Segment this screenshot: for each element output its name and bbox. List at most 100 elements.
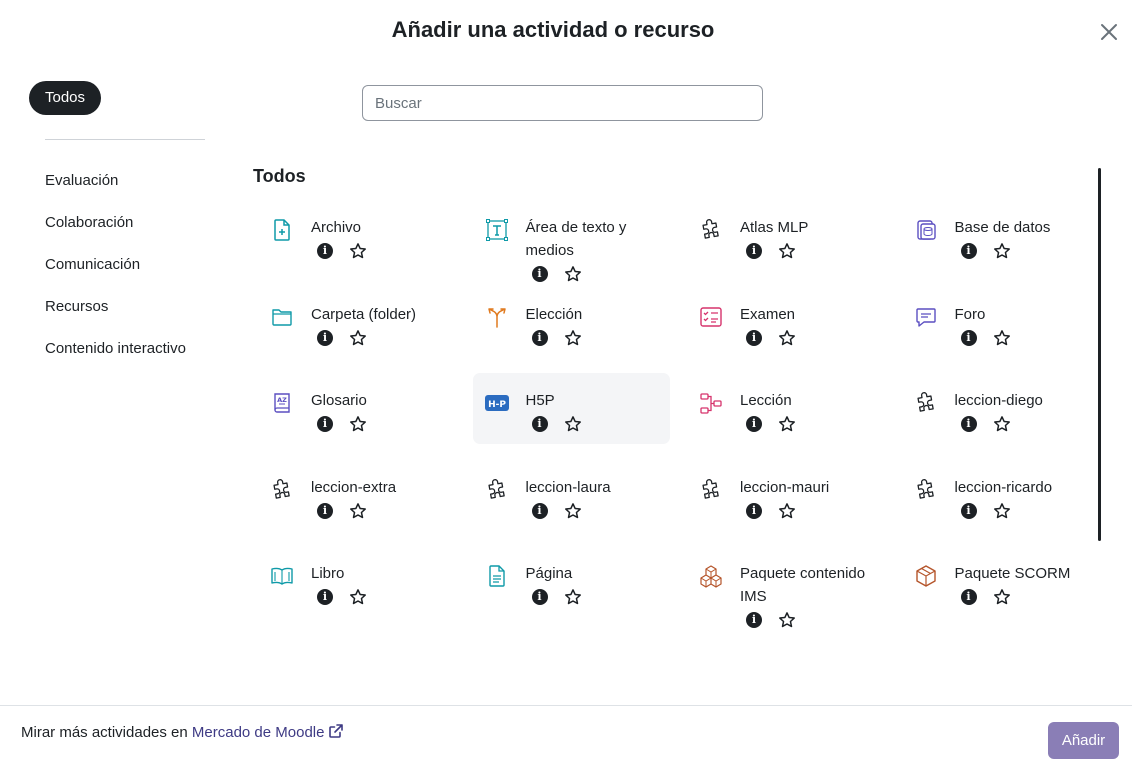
star-icon[interactable] [993,329,1011,347]
info-icon[interactable]: i [746,612,762,629]
activity-actions: i [317,588,367,606]
activity-tile[interactable]: Base de datos i [902,200,1117,287]
star-icon[interactable] [993,502,1011,520]
choice-icon [487,307,506,328]
info-icon[interactable]: i [317,502,333,519]
category-comunicacion[interactable]: Comunicación [45,256,140,273]
activity-tile[interactable]: leccion-diego i [902,373,1117,460]
info-icon[interactable]: i [746,329,762,346]
info-icon[interactable]: i [317,329,333,346]
activity-name: Base de datos [954,219,1051,236]
activity-name: leccion-ricardo [954,478,1053,496]
star-icon[interactable] [349,242,367,260]
activity-actions: i [746,329,796,347]
activity-tile[interactable]: Área de texto y medios i [473,200,688,287]
activity-tile[interactable]: Atlas MLP i [687,200,902,287]
activity-tile[interactable]: Lección i [687,373,902,460]
star-icon[interactable] [993,588,1011,606]
activity-name: Paquete contenido IMS [740,565,866,606]
star-icon[interactable] [564,265,582,283]
star-icon[interactable] [564,329,582,347]
activity-name: Glosario [311,392,367,410]
star-icon[interactable] [564,588,582,606]
info-icon[interactable]: i [960,329,977,346]
activity-tile[interactable]: AZ Glosario i [258,373,473,460]
star-icon[interactable] [349,502,367,520]
category-recursos[interactable]: Recursos [45,298,108,315]
activity-tile[interactable]: Examen i [687,287,902,374]
activity-tile[interactable]: Archivo i [258,200,473,287]
search-input[interactable] [362,85,763,121]
activity-tile[interactable]: Libro i [258,546,473,633]
info-icon[interactable]: i [317,589,333,606]
activity-tile[interactable]: Carpeta (folder) i [258,287,473,374]
activity-tile[interactable]: H-P H5P i [472,373,670,445]
star-icon[interactable] [778,502,796,520]
info-icon[interactable]: i [960,589,977,606]
activity-actions: i [317,242,367,260]
activity-name: leccion-extra [311,478,397,496]
activity-actions: i [746,415,796,433]
info-icon[interactable]: i [317,416,333,433]
activity-tile[interactable]: leccion-laura i [473,460,688,547]
star-icon[interactable] [564,502,582,520]
star-icon[interactable] [993,415,1011,433]
external-link-icon[interactable] [328,723,344,739]
star-icon[interactable] [778,415,796,433]
star-icon[interactable] [349,588,367,606]
folder-icon [272,308,292,326]
category-evaluacion[interactable]: Evaluación [45,172,118,189]
info-icon[interactable]: i [746,416,762,433]
info-icon[interactable]: i [531,502,548,519]
info-icon[interactable]: i [746,502,762,519]
close-icon[interactable] [1097,20,1121,44]
star-icon[interactable] [778,242,796,260]
activity-tile[interactable]: leccion-extra i [258,460,473,547]
activity-tile[interactable]: Elección i [473,287,688,374]
activity-tile[interactable]: leccion-mauri i [687,460,902,547]
activity-tile[interactable]: leccion-ricardo i [902,460,1117,547]
svg-text:H-P: H-P [488,400,506,410]
svg-text:AZ: AZ [277,396,287,404]
star-icon[interactable] [778,611,796,629]
activity-actions: i [746,611,890,629]
info-icon[interactable]: i [746,243,762,259]
star-icon[interactable] [993,242,1011,260]
activity-actions: i [317,502,396,520]
info-icon[interactable]: i [960,416,977,433]
lesson-icon [700,393,722,414]
star-icon[interactable] [778,329,796,347]
info-icon[interactable]: i [960,243,977,259]
puzzle-icon [916,478,934,499]
activity-actions: i [746,502,829,520]
star-icon[interactable] [564,415,582,433]
quiz-icon [700,306,722,327]
activity-tile[interactable]: Paquete SCORM i [902,546,1117,633]
category-all-pill[interactable]: Todos [29,81,102,115]
activity-actions: i [317,329,416,347]
activity-tile[interactable]: Foro i [902,287,1117,374]
database-icon [916,220,936,240]
page-icon [488,565,505,588]
book-icon [271,568,293,586]
info-icon[interactable]: i [531,416,548,433]
puzzle-icon [702,478,719,499]
puzzle-icon [487,478,505,499]
info-icon[interactable]: i [317,243,333,259]
category-colaboracion[interactable]: Colaboración [45,214,133,231]
info-icon[interactable]: i [531,266,548,282]
star-icon[interactable] [349,415,367,433]
footer-divider [0,705,1132,706]
info-icon[interactable]: i [531,589,548,606]
activity-actions: i [960,502,1053,520]
category-contenido-interactivo[interactable]: Contenido interactivo [45,340,186,357]
activity-actions: i [531,502,611,520]
activity-tile[interactable]: Página i [473,546,688,633]
sidebar-divider [45,139,205,140]
activity-tile[interactable]: Paquete contenido IMS i [687,546,902,633]
info-icon[interactable]: i [531,329,548,346]
star-icon[interactable] [349,329,367,347]
add-button[interactable]: Añadir [1048,722,1119,759]
info-icon[interactable]: i [960,502,977,519]
moodle-market-link[interactable]: Mercado de Moodle [192,724,325,741]
